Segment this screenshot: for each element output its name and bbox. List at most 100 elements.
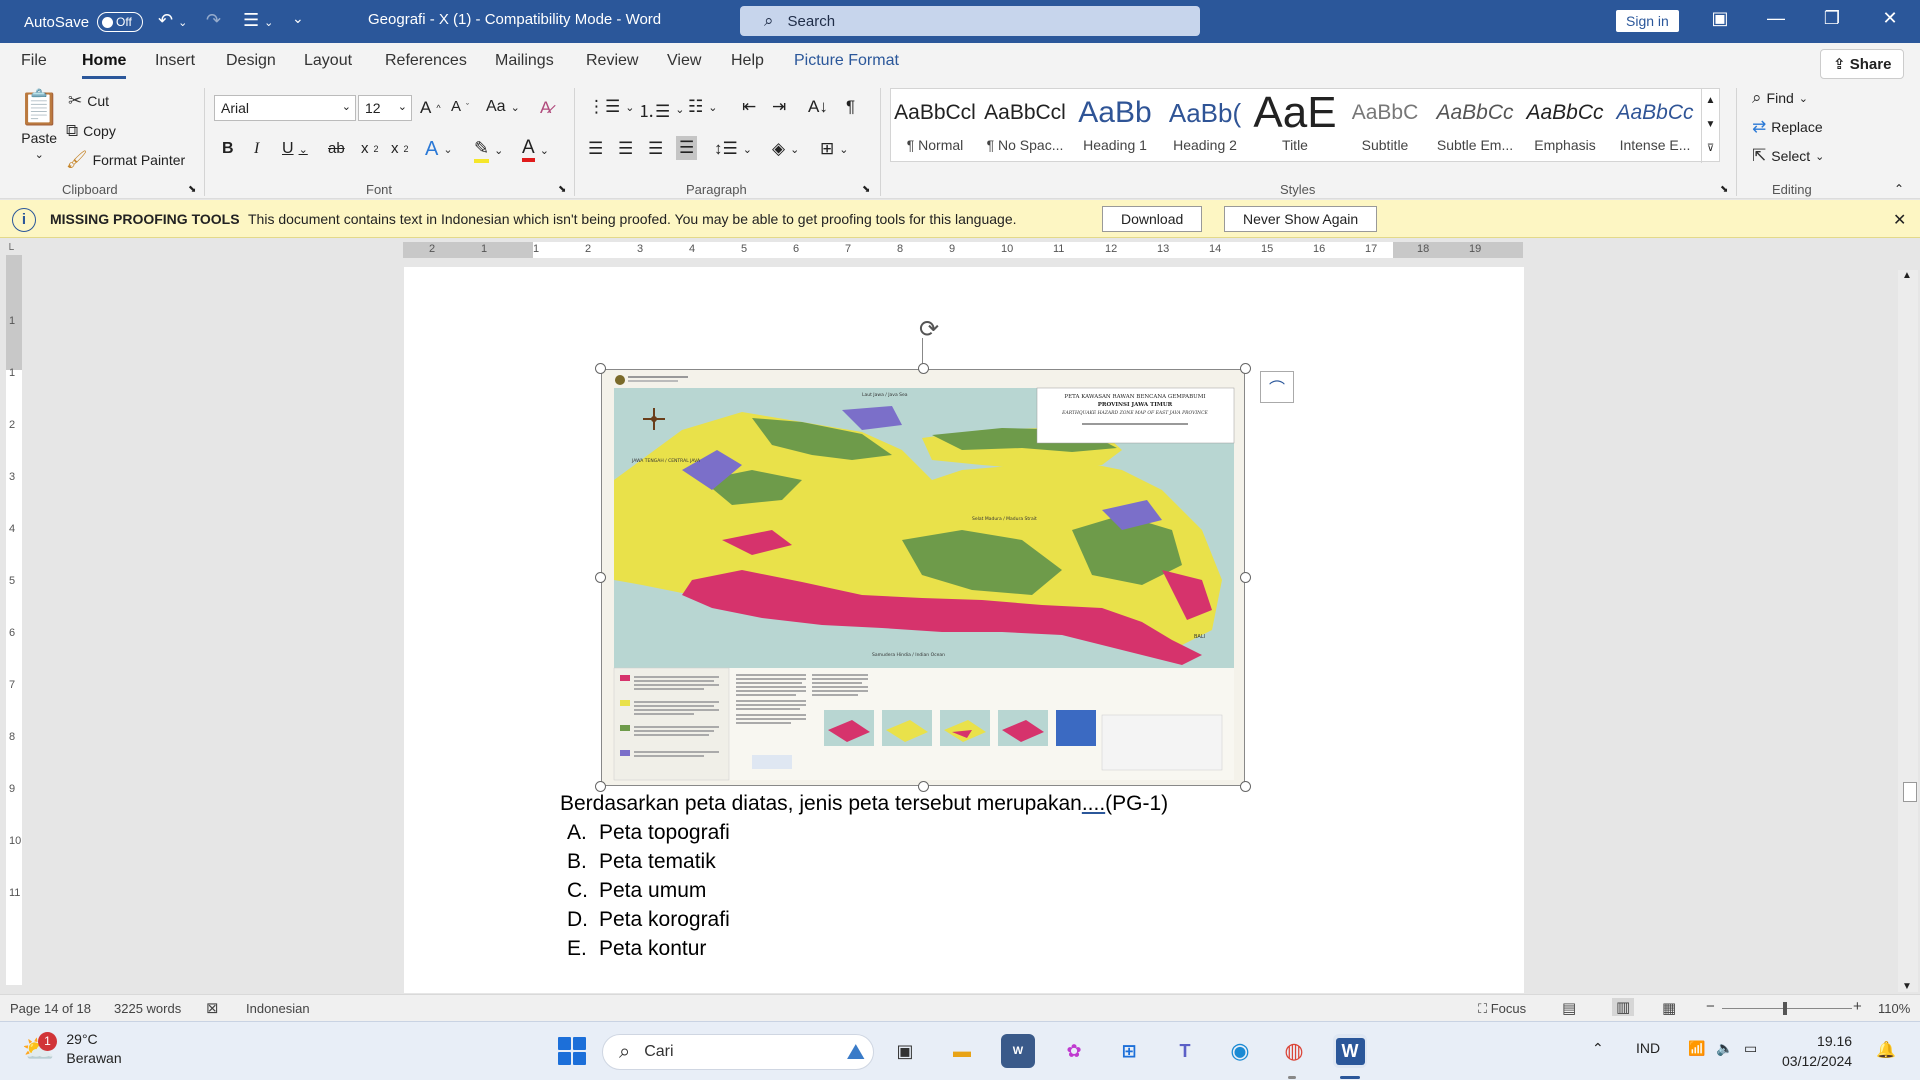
- style-subtle-emphasis[interactable]: AaBbCc Subtle Em...: [1431, 93, 1519, 153]
- share-button[interactable]: ⇪ Share: [1820, 49, 1905, 79]
- clear-formatting-icon[interactable]: A̷: [540, 98, 551, 118]
- teams-icon[interactable]: T: [1168, 1034, 1202, 1068]
- style-emphasis[interactable]: AaBbCc Emphasis: [1521, 93, 1609, 153]
- scroll-down-icon[interactable]: ▼: [1902, 981, 1912, 992]
- word-count[interactable]: 3225 words: [114, 1001, 181, 1016]
- never-show-again-button[interactable]: Never Show Again: [1224, 206, 1378, 232]
- style-heading-2[interactable]: AaBb(Heading 2: [1161, 93, 1249, 153]
- resize-handle-top-right[interactable]: [1240, 363, 1251, 374]
- superscript-icon[interactable]: x2: [391, 140, 409, 157]
- tab-file[interactable]: File: [21, 52, 47, 70]
- zoom-slider[interactable]: [1722, 1008, 1852, 1009]
- wifi-icon[interactable]: 📶: [1688, 1040, 1705, 1057]
- scroll-up-icon[interactable]: ▲: [1902, 270, 1912, 281]
- align-left-icon[interactable]: ☰: [588, 139, 603, 159]
- close-window-icon[interactable]: ✕: [1870, 8, 1910, 29]
- notification-center-icon[interactable]: 🔔: [1876, 1040, 1896, 1060]
- styles-scroll[interactable]: ▲ ▼ ⊽: [1701, 89, 1719, 163]
- ribbon-display-icon[interactable]: ▣: [1700, 8, 1740, 29]
- decrease-indent-icon[interactable]: ⇤: [742, 97, 756, 117]
- pilcrow-icon[interactable]: ¶: [846, 97, 855, 117]
- tab-layout[interactable]: Layout: [304, 52, 352, 70]
- multilevel-list-icon[interactable]: ☷ ⌄: [688, 97, 717, 117]
- paste-button[interactable]: 📋 Paste ⌄: [18, 88, 60, 161]
- start-button[interactable]: [555, 1034, 589, 1068]
- numbering-icon[interactable]: ⒈☰ ⌄: [638, 97, 684, 122]
- autosave-toggle[interactable]: Off: [97, 12, 144, 32]
- web-layout-icon[interactable]: ▦: [1662, 999, 1676, 1017]
- zoom-slider-thumb[interactable]: [1783, 1002, 1787, 1015]
- battery-icon[interactable]: ▭: [1744, 1040, 1757, 1057]
- autosave[interactable]: AutoSave Off: [24, 12, 144, 32]
- tab-references[interactable]: References: [385, 52, 467, 70]
- style-intense-emphasis[interactable]: AaBbCc Intense E...: [1611, 93, 1699, 153]
- select-button[interactable]: ⇱ Select ⌄: [1752, 146, 1824, 166]
- show-hidden-icons[interactable]: ⌃: [1592, 1040, 1604, 1057]
- volume-icon[interactable]: 🔈: [1716, 1040, 1733, 1057]
- customize-qat-icon[interactable]: ⌄: [292, 10, 304, 27]
- task-view-icon[interactable]: ▣: [888, 1034, 922, 1068]
- file-explorer-icon[interactable]: ▬: [945, 1034, 979, 1068]
- find-button[interactable]: ⌕ Find ⌄: [1752, 88, 1808, 108]
- font-color-icon[interactable]: A ⌄: [522, 138, 549, 162]
- cut-button[interactable]: ✂ Cut: [68, 91, 109, 111]
- copilot-icon[interactable]: ✿: [1057, 1034, 1091, 1068]
- resize-handle-top-left[interactable]: [595, 363, 606, 374]
- store-icon[interactable]: ⊞: [1112, 1034, 1146, 1068]
- style-subtitle[interactable]: AaBbC Subtitle: [1341, 93, 1429, 153]
- tab-view[interactable]: View: [667, 52, 701, 70]
- style-heading-1[interactable]: AaBb Heading 1: [1071, 93, 1159, 153]
- collapse-ribbon-icon[interactable]: ⌃: [1894, 182, 1904, 196]
- word-taskbar-icon[interactable]: W: [1333, 1034, 1367, 1068]
- style-title[interactable]: AaE Title: [1251, 93, 1339, 153]
- grow-font-icon[interactable]: A ^: [420, 98, 441, 118]
- underline-icon[interactable]: U ⌄: [282, 140, 308, 158]
- style-no-spacing[interactable]: AaBbCcl ¶ No Spac...: [981, 93, 1069, 153]
- clipboard-launcher-icon[interactable]: ⬊: [188, 184, 196, 195]
- line-spacing-icon[interactable]: ↕☰ ⌄: [714, 139, 752, 159]
- style-normal[interactable]: AaBbCcl ¶ Normal: [891, 93, 979, 153]
- focus-button[interactable]: ⛶ Focus: [1478, 1001, 1526, 1017]
- language-indicator[interactable]: Indonesian: [246, 1001, 310, 1016]
- borders-icon[interactable]: ⊞ ⌄: [820, 139, 848, 159]
- font-name-box[interactable]: Arial ⌄: [214, 95, 356, 121]
- shading-icon[interactable]: ◈ ⌄: [772, 139, 799, 159]
- undo-icon[interactable]: ↶ ⌄: [158, 10, 187, 31]
- bold-icon[interactable]: B: [222, 140, 234, 158]
- increase-indent-icon[interactable]: ⇥: [772, 97, 786, 117]
- format-painter-button[interactable]: 🖌 Format Painter: [66, 150, 185, 170]
- bullets-icon[interactable]: ⋮☰ ⌄: [588, 97, 634, 117]
- word-web-icon[interactable]: W: [1001, 1034, 1035, 1068]
- paragraph-launcher-icon[interactable]: ⬊: [862, 184, 870, 195]
- layout-options-button[interactable]: ⌒: [1260, 371, 1294, 403]
- font-launcher-icon[interactable]: ⬊: [558, 184, 566, 195]
- tab-help[interactable]: Help: [731, 52, 764, 70]
- shrink-font-icon[interactable]: Aˇ: [451, 98, 469, 115]
- zoom-level[interactable]: 110%: [1878, 1001, 1910, 1016]
- italic-icon[interactable]: I: [254, 140, 259, 158]
- sort-icon[interactable]: A↓: [808, 97, 828, 117]
- vertical-scrollbar[interactable]: ▲ ▼: [1898, 270, 1918, 992]
- input-language[interactable]: IND: [1636, 1040, 1660, 1056]
- tab-picture-format[interactable]: Picture Format: [794, 52, 899, 70]
- minimize-icon[interactable]: —: [1756, 8, 1796, 29]
- subscript-icon[interactable]: x2: [361, 140, 379, 157]
- resize-handle-top[interactable]: [918, 363, 929, 374]
- resize-handle-right[interactable]: [1240, 572, 1251, 583]
- bullets-quick-icon[interactable]: ☰ ⌄: [243, 10, 273, 31]
- scroll-thumb[interactable]: [1903, 782, 1917, 802]
- print-layout-icon[interactable]: ▥: [1612, 998, 1635, 1016]
- tab-mailings[interactable]: Mailings: [495, 52, 554, 70]
- clock[interactable]: 19.16 03/12/2024: [1782, 1031, 1852, 1071]
- map-image[interactable]: PETA KAWASAN RAWAN BENCANA GEMPABUMI PRO…: [601, 369, 1245, 786]
- resize-handle-bottom-right[interactable]: [1240, 781, 1251, 792]
- weather-widget[interactable]: ⛅ 1 29°C Berawan: [22, 1030, 122, 1068]
- close-icon[interactable]: ✕: [1893, 210, 1906, 230]
- text-effects-icon[interactable]: A ⌄: [425, 138, 453, 161]
- edge-icon[interactable]: ◉: [1223, 1034, 1257, 1068]
- align-right-icon[interactable]: ☰: [648, 139, 663, 159]
- resize-handle-bottom-left[interactable]: [595, 781, 606, 792]
- styles-launcher-icon[interactable]: ⬊: [1720, 184, 1728, 195]
- change-case-button[interactable]: Aa ⌄: [486, 98, 520, 116]
- sign-in-button[interactable]: Sign in: [1616, 10, 1679, 32]
